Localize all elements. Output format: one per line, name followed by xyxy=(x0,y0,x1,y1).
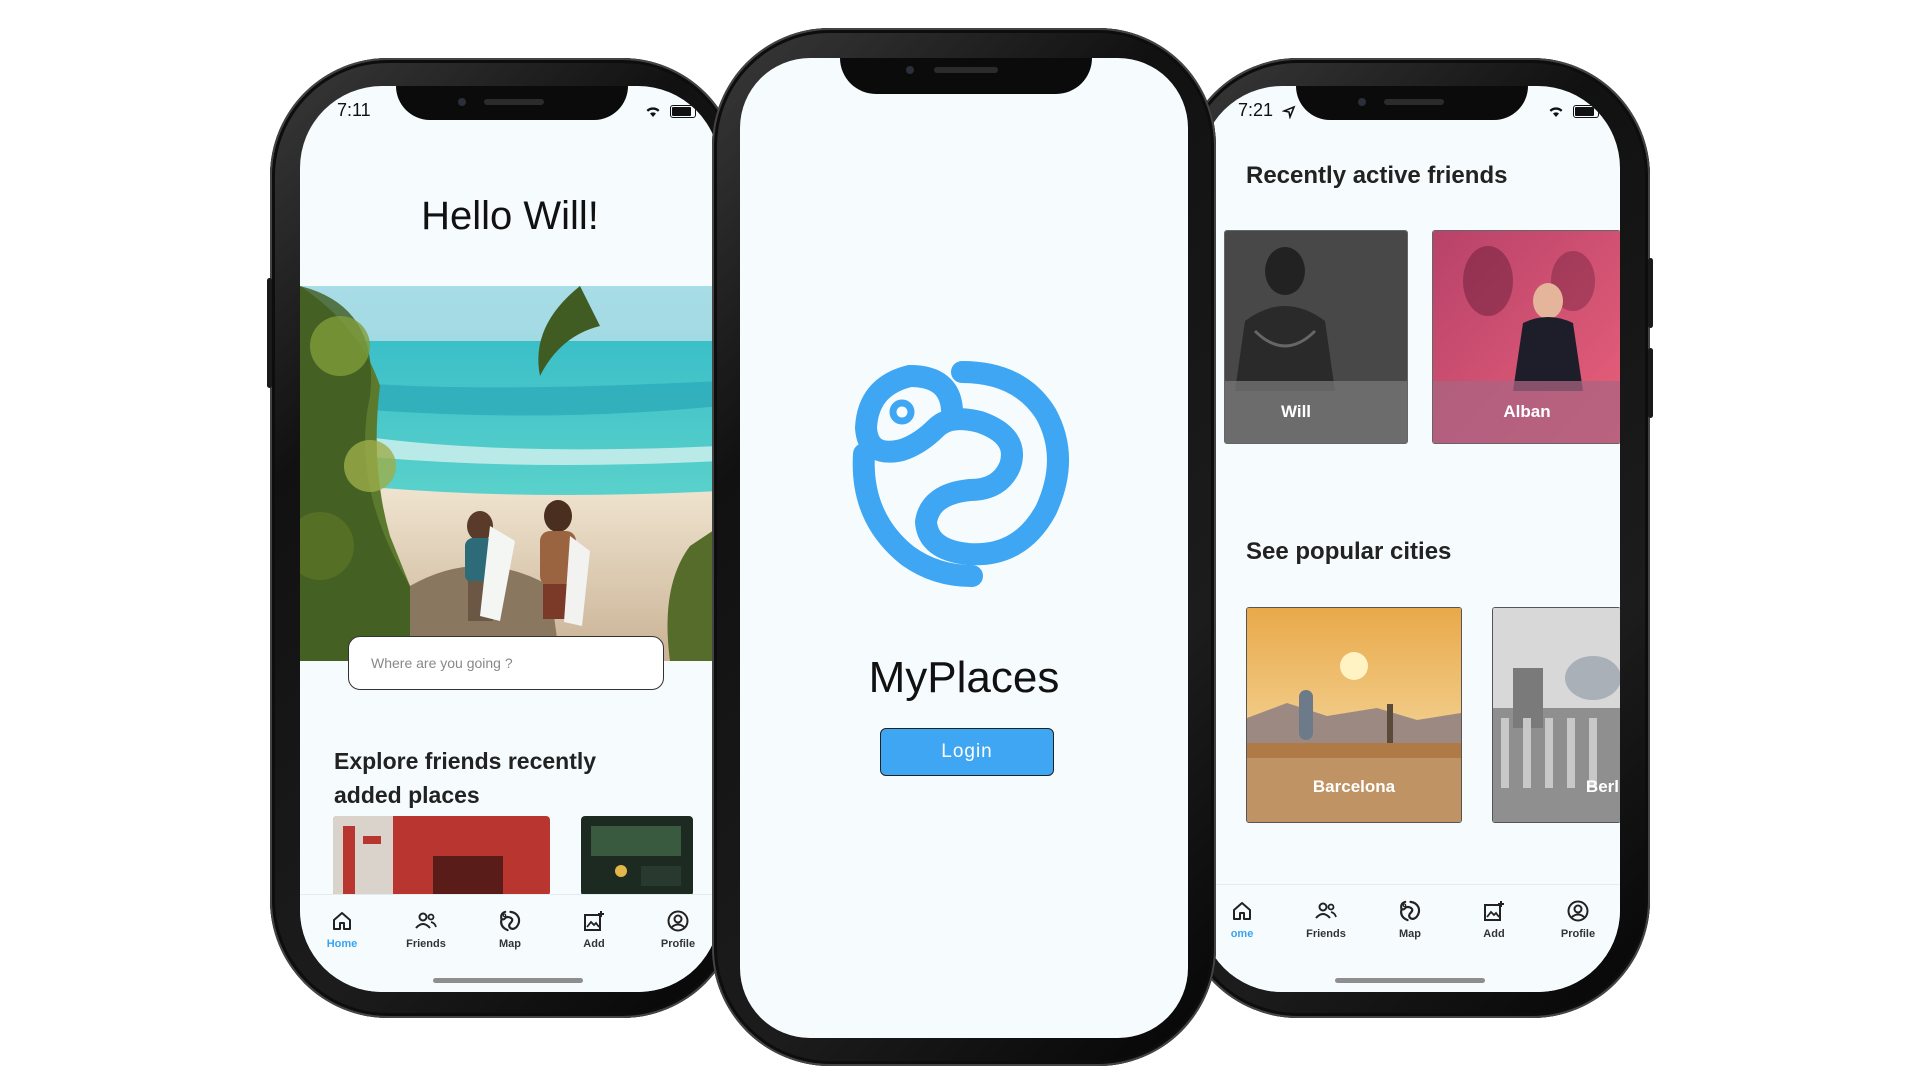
status-icons xyxy=(644,104,696,118)
tab-friends[interactable]: Friends xyxy=(1286,899,1366,940)
place-thumbnail-2[interactable] xyxy=(581,816,693,896)
wifi-icon xyxy=(1549,107,1563,117)
greeting-title: Hello Will! xyxy=(421,194,599,238)
home-screen: 7:11 Hello Will! Where are you going ? E… xyxy=(300,86,720,992)
right-phone: 7:21 Recently active friends Will Alban … xyxy=(1180,58,1653,1018)
tab-profile[interactable]: Profile xyxy=(1538,899,1618,940)
tab-add[interactable]: Add xyxy=(1454,899,1534,940)
home-indicator xyxy=(433,978,583,983)
center-phone: MyPlaces Login xyxy=(712,28,1216,1066)
tab-label: Profile xyxy=(660,938,696,950)
city-name: Berl xyxy=(1585,777,1619,796)
city-card-berlin[interactable]: Berl xyxy=(1492,607,1620,823)
tab-label: Map xyxy=(499,938,521,950)
tab-label: Profile xyxy=(1560,928,1596,940)
tab-label: Add xyxy=(583,938,605,950)
add-photo-icon xyxy=(1484,901,1504,921)
friend-card-will[interactable]: Will xyxy=(1224,230,1408,444)
front-camera xyxy=(1358,98,1366,106)
tab-profile[interactable]: Profile xyxy=(638,909,718,950)
friend-card-alban[interactable]: Alban xyxy=(1432,230,1620,444)
bottom-tab-bar: ome Friends Map Add Profile xyxy=(1200,884,1620,992)
search-input[interactable] xyxy=(369,654,663,672)
notch xyxy=(840,58,1092,94)
profile-icon xyxy=(667,910,689,932)
friend-name: Alban xyxy=(1433,381,1620,443)
battery-icon xyxy=(670,104,696,118)
status-time: 7:21 xyxy=(1238,100,1274,120)
map-logo-icon xyxy=(500,910,521,932)
map-logo-icon xyxy=(1400,900,1421,922)
myplaces-logo-icon xyxy=(852,361,1069,587)
friends-section-title: Recently active friends xyxy=(1246,162,1508,189)
search-bar[interactable] xyxy=(348,636,664,690)
tab-add[interactable]: Add xyxy=(554,909,634,950)
profile-icon xyxy=(1567,900,1589,922)
battery-icon xyxy=(1573,104,1599,118)
tab-label: Map xyxy=(1399,928,1421,940)
wifi-icon xyxy=(646,107,660,117)
tab-label: Friends xyxy=(406,938,446,950)
tab-label: Home xyxy=(326,938,358,950)
explore-section-title: Explore friends recently added places xyxy=(334,748,597,808)
add-photo-icon xyxy=(584,911,604,931)
tab-home[interactable]: Home xyxy=(302,909,382,950)
speaker xyxy=(1384,99,1444,105)
power-button xyxy=(1648,258,1653,328)
notch xyxy=(396,86,628,120)
login-screen: MyPlaces Login xyxy=(740,58,1188,1038)
tab-friends[interactable]: Friends xyxy=(386,909,466,950)
place-thumbnail-1[interactable] xyxy=(333,816,550,896)
hero-beach-image xyxy=(300,286,720,661)
status-icons xyxy=(1547,104,1599,118)
left-phone: 7:11 Hello Will! Where are you going ? E… xyxy=(267,58,740,1018)
tab-label: Add xyxy=(1483,928,1505,940)
volume-button xyxy=(267,278,272,388)
location-arrow-icon xyxy=(1282,105,1296,119)
home-icon xyxy=(333,912,351,930)
front-camera xyxy=(906,66,914,74)
notch xyxy=(1296,86,1528,120)
friend-name: Will xyxy=(1225,381,1407,443)
tab-label: Friends xyxy=(1306,928,1346,940)
friends-screen: 7:21 Recently active friends Will Alban … xyxy=(1200,86,1620,992)
speaker xyxy=(484,99,544,105)
tab-label: ome xyxy=(1230,928,1254,940)
friends-icon xyxy=(415,912,437,929)
home-icon xyxy=(1233,902,1251,920)
tab-map[interactable]: Map xyxy=(470,909,550,950)
status-time: 7:11 xyxy=(337,100,371,120)
city-card-barcelona[interactable]: Barcelona xyxy=(1246,607,1462,823)
login-button[interactable]: Login xyxy=(880,728,1054,776)
cities-section-title: See popular cities xyxy=(1246,538,1452,565)
app-name: MyPlaces xyxy=(868,653,1060,702)
speaker xyxy=(934,67,998,73)
city-name: Barcelona xyxy=(1312,777,1396,796)
home-indicator xyxy=(1335,978,1485,983)
tab-map[interactable]: Map xyxy=(1370,899,1450,940)
friends-icon xyxy=(1315,902,1337,919)
side-button xyxy=(1648,348,1653,418)
front-camera xyxy=(458,98,466,106)
